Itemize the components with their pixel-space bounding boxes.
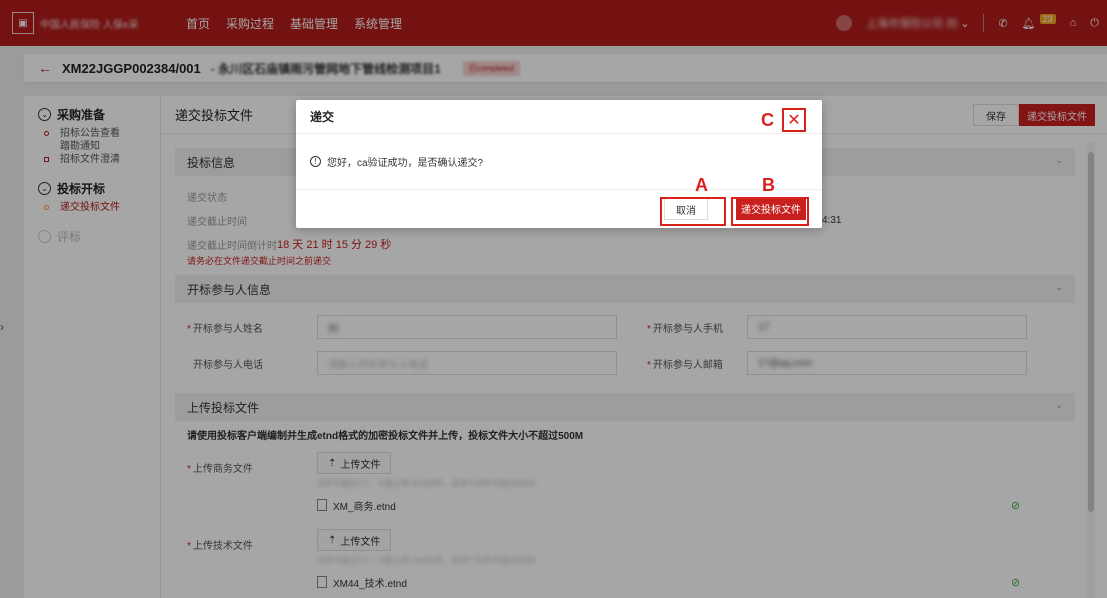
- annotation-label-b: B: [762, 175, 775, 195]
- annotation-box-a: [660, 197, 726, 226]
- dialog-body: ! 您好，ca验证成功，是否确认递交?: [296, 134, 822, 190]
- annotation-box-c: [782, 108, 806, 132]
- dialog-message: 您好，ca验证成功，是否确认递交?: [327, 158, 484, 169]
- modal-overlay[interactable]: [0, 0, 1107, 598]
- annotation-box-b: [731, 197, 809, 226]
- warning-icon: !: [310, 156, 321, 167]
- dialog-title: 递交: [310, 110, 335, 124]
- dialog-header: 递交: [296, 100, 822, 134]
- annotation-label-a: A: [695, 175, 708, 195]
- annotation-label-c: C: [761, 110, 774, 130]
